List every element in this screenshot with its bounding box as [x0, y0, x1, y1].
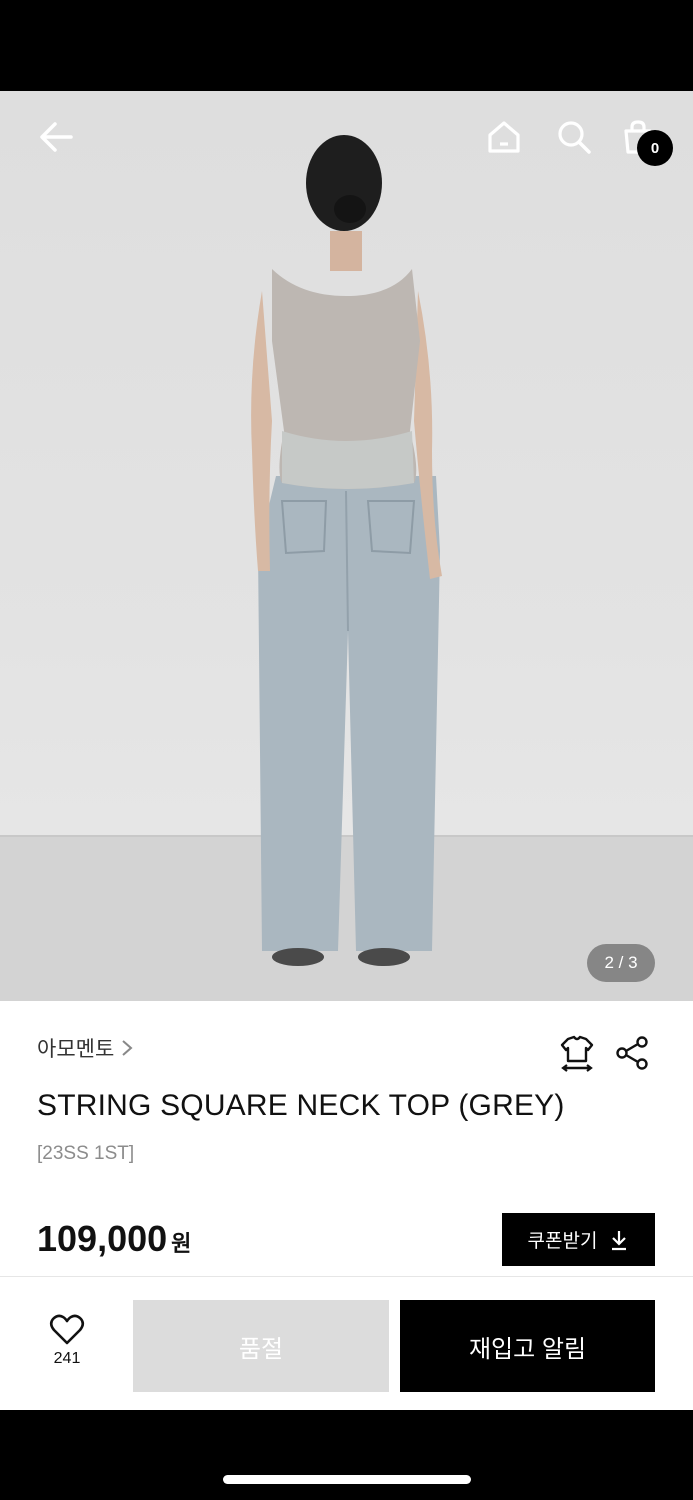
soldout-button: 품절: [133, 1300, 389, 1392]
product-image-gallery[interactable]: 0 2 / 3: [0, 91, 693, 1001]
cart-count-badge: 0: [637, 130, 673, 166]
product-title: STRING SQUARE NECK TOP (GREY): [37, 1089, 565, 1122]
home-indicator[interactable]: [223, 1475, 471, 1484]
size-guide-button[interactable]: [557, 1033, 597, 1073]
search-button[interactable]: [548, 111, 600, 163]
heart-icon: [49, 1314, 85, 1345]
like-button[interactable]: 241: [37, 1314, 97, 1368]
chevron-right-icon: [122, 1040, 133, 1056]
size-guide-icon: [560, 1035, 594, 1072]
like-count: 241: [53, 1350, 81, 1367]
share-button[interactable]: [612, 1033, 652, 1073]
gallery-counter: 2 / 3: [587, 944, 655, 982]
home-icon: [488, 121, 520, 153]
brand-link[interactable]: 아모멘토: [37, 1033, 134, 1063]
coupon-label: 쿠폰받기: [527, 1231, 598, 1252]
coupon-button[interactable]: 쿠폰받기: [502, 1213, 655, 1266]
product-subtitle: [23SS 1ST]: [37, 1143, 135, 1164]
home-button[interactable]: [478, 111, 530, 163]
price-amount: 109,000: [37, 1218, 168, 1259]
product-photo: [0, 135, 693, 1001]
search-icon: [558, 121, 591, 154]
back-button[interactable]: [30, 111, 82, 163]
price: 109,000 원: [37, 1218, 191, 1260]
share-icon: [616, 1036, 648, 1070]
system-bottom-bar: [0, 1410, 693, 1500]
divider: [0, 1276, 693, 1277]
brand-name: 아모멘토: [37, 1038, 115, 1061]
download-icon: [612, 1230, 627, 1250]
price-unit: 원: [171, 1231, 192, 1256]
status-bar: [0, 0, 693, 91]
arrow-left-icon: [40, 122, 73, 152]
restock-alert-button[interactable]: 재입고 알림: [400, 1300, 655, 1392]
